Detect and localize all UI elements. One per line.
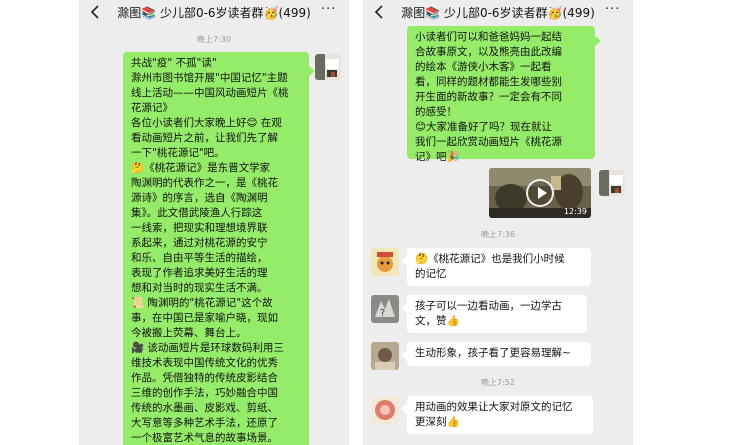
message-line: 🤔《桃花源记》是东晋文学家: [131, 162, 271, 174]
svg-text:?: ?: [380, 308, 385, 319]
message-line: 的记忆: [415, 268, 447, 280]
message-bubble-other[interactable]: 生动形象，孩子看了更容易理解~: [407, 342, 591, 366]
message-line: 用动画的效果让大家对原文的记忆: [415, 401, 573, 413]
play-icon[interactable]: [526, 179, 554, 207]
message-line: 一线索，把现实和理想境界联: [131, 222, 268, 234]
message-line: 的绘本《游侠小木客》一起看: [415, 61, 552, 73]
message-line: 作品。凭借独特的传统皮影结合: [131, 372, 278, 384]
chat-screen-left: 滁图📚 少儿部0-6岁读者群🥳(499) ··· 晚上7:30 共战"疫" 不孤…: [79, 0, 349, 445]
message-line: 一个极富艺术气息的故事场景。: [131, 432, 278, 444]
message-line: 更深刻👍: [415, 416, 460, 428]
more-dots-icon[interactable]: ···: [321, 3, 339, 18]
message-line: 生动形象，孩子看了更容易理解~: [415, 347, 571, 359]
message-line: 想和对当时的现实生活不满。: [131, 282, 268, 294]
message-line: 🤔《桃花源记》也是我们小时候: [415, 253, 565, 265]
timestamp: 晚上7:30: [197, 35, 231, 44]
message-line: 🎥 该动画短片是环球数码利用三: [131, 342, 284, 354]
message-line: 一下"桃花源记"吧。: [131, 147, 225, 159]
avatar[interactable]: [371, 342, 399, 370]
message-bubble-other[interactable]: 用动画的效果让大家对原文的记忆 更深刻👍: [407, 396, 593, 434]
message-line: 维技术表现中国传统文化的优秀: [131, 357, 278, 369]
message-line: 看动画短片之前，让我们先了解: [131, 132, 278, 144]
message-line: 大写意等多种艺术手法，还原了: [131, 417, 278, 429]
message-line: 系起来，通过对桃花源的安宁: [131, 237, 268, 249]
message-bubble-self[interactable]: 小读者们可以和爸爸妈妈一起结 合故事原文，以及熊亮由此改编 的绘本《游侠小木客》一起…: [407, 26, 595, 163]
message-line: 集》。此文借武陵渔人行踪这: [131, 207, 263, 219]
message-line: 小读者们可以和爸爸妈妈一起结: [415, 31, 562, 43]
message-line: 的感受！: [415, 106, 457, 118]
message-line: 滁州市图书馆开展"中国记忆"主题: [131, 72, 288, 84]
message-line: 和乐、自由平等生活的描绘，: [131, 252, 268, 264]
message-line: 今被搬上荧幕、舞台上。: [131, 327, 247, 339]
chat-screen-right: 滁图📚 少儿部0-6岁读者群🥳(499) ··· 小读者们可以和爸爸妈妈一起结合…: [363, 0, 633, 445]
message-bubble-other[interactable]: 🤔《桃花源记》也是我们小时候 的记忆: [407, 248, 591, 286]
message-line: 开生面的新故事？一定会有不同: [415, 91, 562, 103]
message-line: 📜 陶渊明的"桃花源记"这个故: [131, 297, 273, 309]
bubble-tail: [595, 36, 601, 46]
message-line: 看，同样的题材都能生发哪些别: [415, 76, 562, 88]
message-line: 合故事原文，以及熊亮由此改编: [415, 46, 562, 58]
message-line: 文，赞👍: [415, 315, 460, 327]
message-line: 传统的水墨画、皮影戏、剪纸、: [131, 402, 278, 414]
message-line: 事，在中国已是家喻户晓，现如: [131, 312, 278, 324]
back-chevron-icon[interactable]: [373, 4, 387, 20]
message-line: 共战"疫" 不孤"读": [131, 57, 217, 69]
message-bubble-self[interactable]: 共战"疫" 不孤"读" 滁州市图书馆开展"中国记忆"主题 线上活动——中国风动画短片…: [123, 52, 309, 445]
message-line: 孩子可以一边看动画，一边学古: [415, 300, 562, 312]
avatar[interactable]: [599, 170, 625, 196]
chat-title: 滁图📚 少儿部0-6岁读者群🥳(499): [401, 6, 595, 20]
avatar[interactable]: ?: [371, 295, 399, 323]
timestamp: 晚上7:52: [481, 378, 515, 387]
message-line: 源诗》的序言，选自《陶渊明: [131, 192, 268, 204]
message-line: 表现了作者追求美好生活的理: [131, 267, 268, 279]
message-line: 花源记》: [131, 102, 173, 114]
message-line: 三维的创作手法，巧妙融合中国: [131, 387, 278, 399]
avatar[interactable]: [371, 396, 399, 424]
message-line: 记》吧🎉: [415, 151, 460, 163]
message-line: 我们一起欣赏动画短片《桃花源: [415, 136, 562, 148]
chat-title: 滁图📚 少儿部0-6岁读者群🥳(499): [117, 6, 311, 20]
video-duration: 12:39: [563, 207, 587, 216]
chat-header: 滁图📚 少儿部0-6岁读者群🥳(499) ···: [79, 0, 349, 26]
chat-header: 滁图📚 少儿部0-6岁读者群🥳(499) ···: [363, 0, 633, 26]
more-dots-icon[interactable]: ···: [605, 3, 623, 18]
back-chevron-icon[interactable]: [89, 4, 103, 20]
avatar[interactable]: [371, 248, 399, 276]
message-bubble-other[interactable]: 孩子可以一边看动画，一边学古 文，赞👍: [407, 295, 587, 333]
message-line: 各位小读者们大家晚上好😊 在观: [131, 117, 282, 129]
message-line: 😊大家准备好了吗？现在就让: [415, 121, 552, 133]
message-line: 陶渊明的代表作之一，是《桃花: [131, 177, 278, 189]
avatar[interactable]: [315, 54, 341, 80]
timestamp: 晚上7:36: [481, 230, 515, 239]
video-message[interactable]: 12:39: [489, 168, 591, 218]
message-line: 线上活动——中国风动画短片《桃: [131, 87, 289, 99]
